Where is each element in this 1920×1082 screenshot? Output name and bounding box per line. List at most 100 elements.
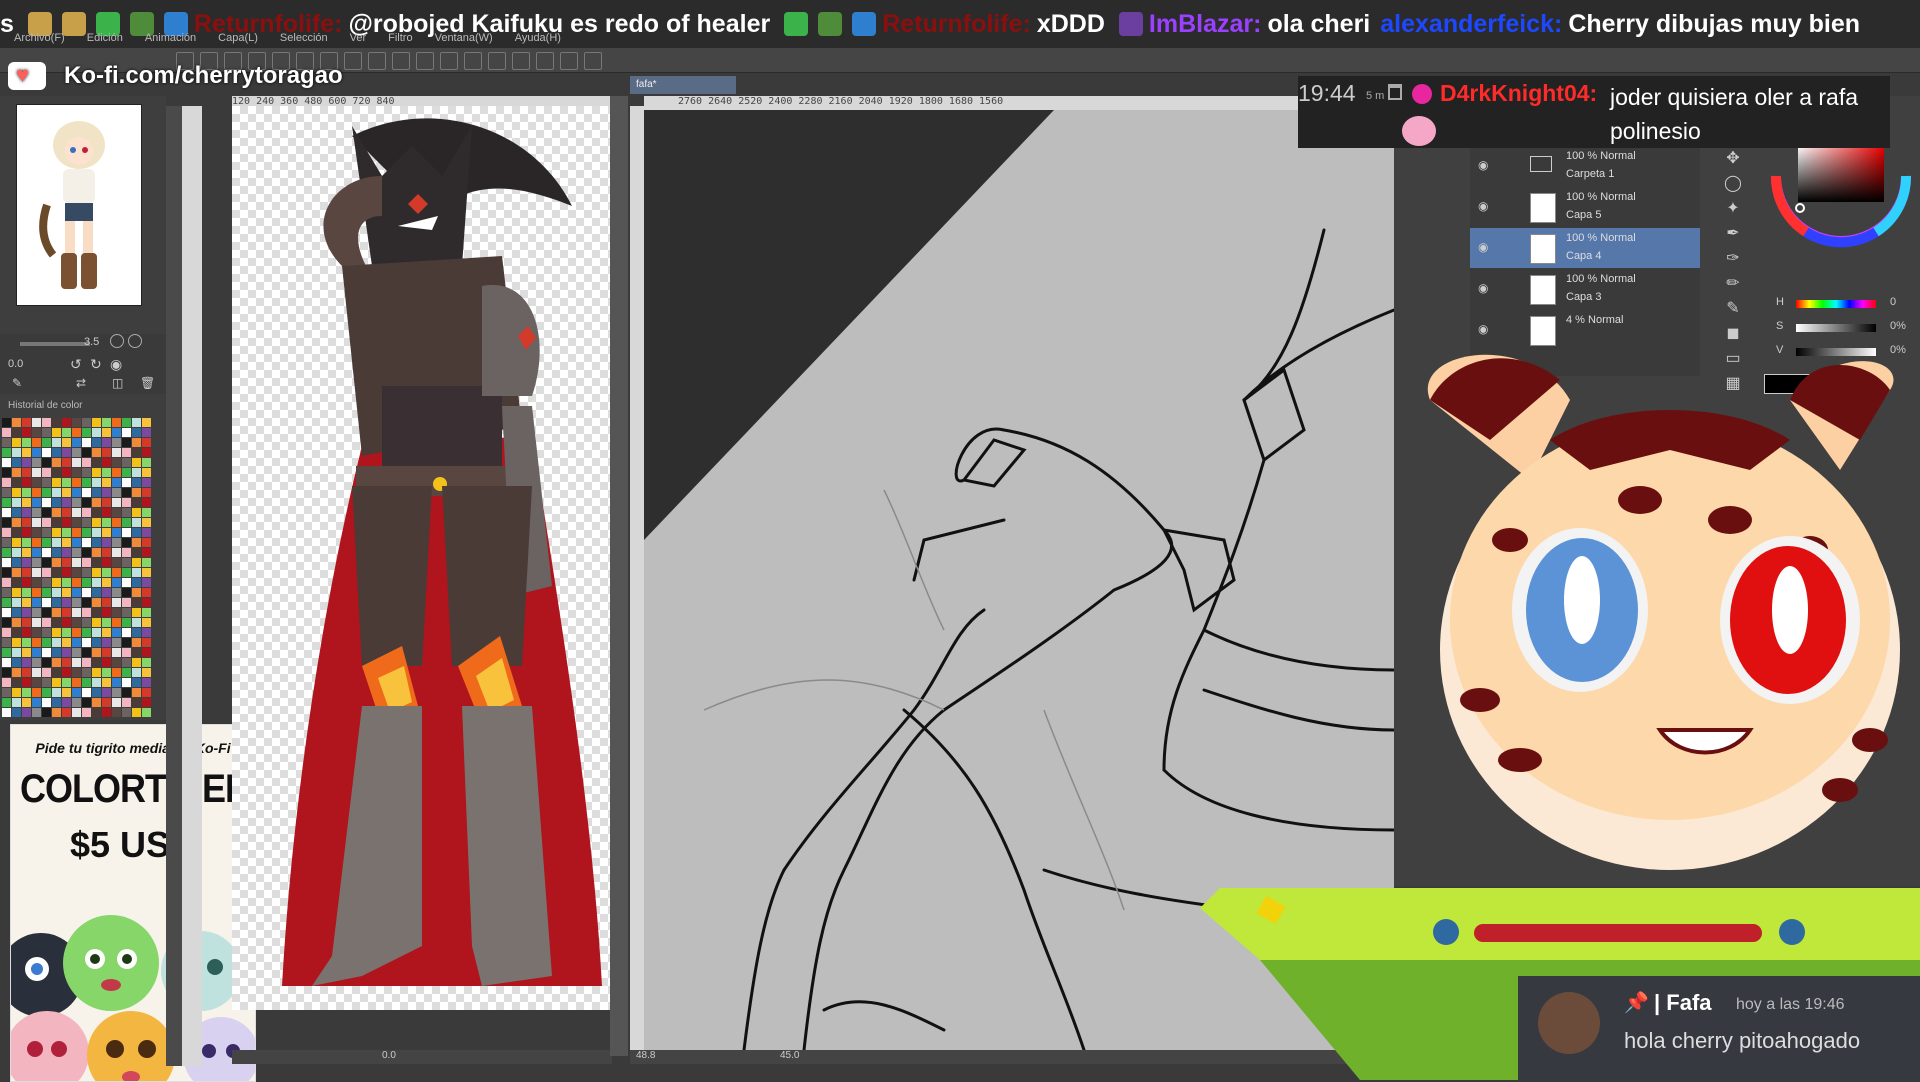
palette-swatch[interactable] [22, 428, 31, 437]
palette-swatch[interactable] [92, 528, 101, 537]
palette-swatch[interactable] [132, 558, 141, 567]
palette-swatch[interactable] [112, 658, 121, 667]
document-tab[interactable]: fafa* [630, 76, 736, 94]
palette-swatch[interactable] [92, 498, 101, 507]
palette-swatch[interactable] [72, 458, 81, 467]
palette-swatch[interactable] [72, 428, 81, 437]
palette-swatch[interactable] [122, 418, 131, 427]
palette-swatch[interactable] [132, 418, 141, 427]
palette-swatch[interactable] [52, 638, 61, 647]
palette-swatch[interactable] [52, 528, 61, 537]
palette-swatch[interactable] [102, 508, 111, 517]
palette-swatch[interactable] [122, 668, 131, 677]
palette-swatch[interactable] [82, 648, 91, 657]
palette-swatch[interactable] [92, 458, 101, 467]
palette-swatch[interactable] [12, 698, 21, 707]
toolbar-button[interactable] [560, 52, 578, 70]
palette-swatch[interactable] [52, 568, 61, 577]
menu-item[interactable]: Ventana(W) [435, 32, 493, 46]
palette-swatch[interactable] [22, 578, 31, 587]
palette-swatch[interactable] [32, 628, 41, 637]
palette-swatch[interactable] [72, 628, 81, 637]
palette-swatch[interactable] [72, 698, 81, 707]
palette-swatch[interactable] [42, 698, 51, 707]
visibility-eye-icon[interactable]: ◉ [1478, 281, 1488, 295]
lasso-icon[interactable]: ◯ [1716, 171, 1750, 196]
palette-swatch[interactable] [42, 448, 51, 457]
palette-swatch[interactable] [52, 458, 61, 467]
palette-swatch[interactable] [92, 708, 101, 717]
palette-swatch[interactable] [62, 458, 71, 467]
palette-swatch[interactable] [32, 548, 41, 557]
layer-row[interactable]: ◉ 100 % Normal Capa 5 [1470, 187, 1700, 227]
palette-swatch[interactable] [102, 578, 111, 587]
zoom-in-icon[interactable] [128, 334, 142, 348]
visibility-eye-icon[interactable]: ◉ [1478, 240, 1488, 254]
palette-swatch[interactable] [2, 428, 11, 437]
palette-swatch[interactable] [132, 588, 141, 597]
palette-swatch[interactable] [2, 608, 11, 617]
palette-swatch[interactable] [112, 618, 121, 627]
palette-swatch[interactable] [142, 638, 151, 647]
palette-swatch[interactable] [12, 648, 21, 657]
palette-swatch[interactable] [42, 488, 51, 497]
palette-swatch[interactable] [22, 638, 31, 647]
palette-swatch[interactable] [52, 558, 61, 567]
palette-swatch[interactable] [32, 498, 41, 507]
palette-swatch[interactable] [132, 618, 141, 627]
palette-swatch[interactable] [122, 558, 131, 567]
palette-swatch[interactable] [112, 508, 121, 517]
menu-item[interactable]: Ayuda(H) [515, 32, 561, 46]
toolbar-button[interactable] [464, 52, 482, 70]
palette-swatch[interactable] [2, 568, 11, 577]
palette-swatch[interactable] [92, 678, 101, 687]
palette-swatch[interactable] [62, 708, 71, 717]
palette-swatch[interactable] [42, 468, 51, 477]
palette-swatch[interactable] [62, 688, 71, 697]
palette-swatch[interactable] [112, 438, 121, 447]
palette-swatch[interactable] [102, 628, 111, 637]
palette-swatch[interactable] [92, 578, 101, 587]
palette-swatch[interactable] [42, 438, 51, 447]
palette-swatch[interactable] [32, 508, 41, 517]
palette-swatch[interactable] [92, 558, 101, 567]
palette-swatch[interactable] [92, 428, 101, 437]
palette-swatch[interactable] [32, 418, 41, 427]
palette-swatch[interactable] [2, 688, 11, 697]
palette-swatch[interactable] [112, 588, 121, 597]
palette-swatch[interactable] [102, 708, 111, 717]
palette-swatch[interactable] [72, 528, 81, 537]
palette-swatch[interactable] [2, 618, 11, 627]
palette-swatch[interactable] [132, 598, 141, 607]
palette-swatch[interactable] [122, 548, 131, 557]
palette-swatch[interactable] [142, 438, 151, 447]
layer-row[interactable]: ◉ 100 % Normal Capa 3 [1470, 269, 1700, 309]
palette-swatch[interactable] [2, 678, 11, 687]
palette-swatch[interactable] [122, 578, 131, 587]
palette-swatch[interactable] [42, 708, 51, 717]
palette-swatch[interactable] [32, 708, 41, 717]
palette-swatch[interactable] [22, 548, 31, 557]
toolbar-button[interactable] [584, 52, 602, 70]
palette-swatch[interactable] [92, 598, 101, 607]
palette-swatch[interactable] [62, 648, 71, 657]
palette-swatch[interactable] [22, 458, 31, 467]
palette-swatch[interactable] [112, 638, 121, 647]
palette-swatch[interactable] [82, 588, 91, 597]
visibility-eye-icon[interactable]: ◉ [1478, 199, 1488, 213]
palette-swatch[interactable] [22, 558, 31, 567]
palette-swatch[interactable] [112, 698, 121, 707]
palette-swatch[interactable] [2, 708, 11, 717]
palette-swatch[interactable] [132, 478, 141, 487]
palette-swatch[interactable] [122, 528, 131, 537]
palette-swatch[interactable] [12, 618, 21, 627]
palette-swatch[interactable] [82, 658, 91, 667]
palette-swatch[interactable] [122, 478, 131, 487]
palette-swatch[interactable] [12, 708, 21, 717]
palette-swatch[interactable] [32, 608, 41, 617]
palette-swatch[interactable] [142, 708, 151, 717]
palette-swatch[interactable] [92, 698, 101, 707]
palette-swatch[interactable] [62, 478, 71, 487]
palette-swatch[interactable] [52, 508, 61, 517]
palette-swatch[interactable] [42, 688, 51, 697]
